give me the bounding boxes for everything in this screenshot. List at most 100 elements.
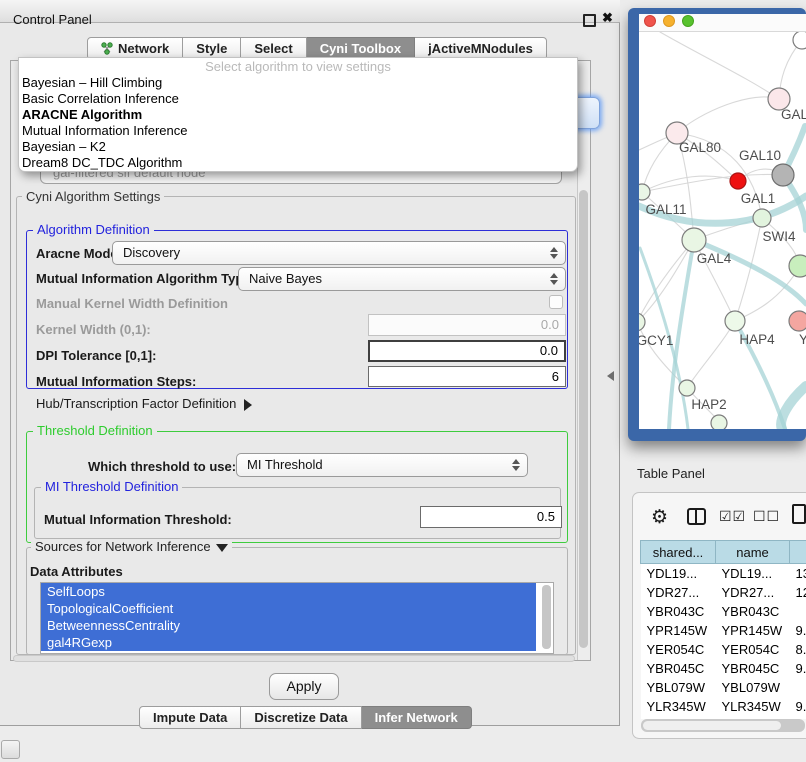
network-node[interactable] xyxy=(753,209,771,227)
mi-threshold-field[interactable]: 0.5 xyxy=(420,506,562,528)
node-label: GCY1 xyxy=(639,333,673,348)
cyni-settings-title: Cyni Algorithm Settings xyxy=(22,190,164,203)
table-cell: YBL079W xyxy=(641,678,716,697)
list-scrollbar-thumb[interactable] xyxy=(542,585,551,649)
vertical-scrollbar-thumb[interactable] xyxy=(579,190,588,648)
table-cell: YDL19... xyxy=(716,564,790,584)
combo-arrows-icon xyxy=(512,459,519,471)
node-label: GAL10 xyxy=(739,148,781,163)
table-scrollbar-thumb[interactable] xyxy=(643,721,781,730)
algorithm-placeholder: Select algorithm to view settings xyxy=(19,59,577,75)
node-label: HAP4 xyxy=(739,332,775,347)
column-header[interactable]: name xyxy=(716,541,790,564)
network-node[interactable] xyxy=(639,184,650,200)
network-node[interactable] xyxy=(789,311,806,331)
network-graph: GALGAL80GAL10GAL11GAL1SWI4GAL4GCY1HAP4YH… xyxy=(639,32,806,429)
column-header[interactable]: shared... xyxy=(641,541,716,564)
combo-arrows-icon xyxy=(550,247,557,259)
gear-icon[interactable]: ⚙ xyxy=(651,506,668,528)
sources-toggle[interactable]: Sources for Network Inference xyxy=(31,540,232,553)
attribute-item[interactable]: SelfLoops xyxy=(41,583,536,600)
mi-steps-field[interactable]: 6 xyxy=(368,366,566,387)
aracne-mode-label: Aracne Mode: xyxy=(36,246,122,261)
network-node[interactable] xyxy=(679,380,695,396)
table-row[interactable]: YLR345WYLR345W9. xyxy=(641,697,806,716)
mi-type-label: Mutual Information Algorithm Type: xyxy=(36,271,255,286)
kernel-width-field[interactable]: 0.0 xyxy=(368,314,566,336)
column-header[interactable] xyxy=(790,541,806,564)
horizontal-scrollbar[interactable] xyxy=(13,655,575,662)
node-label: GAL1 xyxy=(741,191,776,206)
table-row[interactable]: YBR045CYBR045C9. xyxy=(641,659,806,678)
network-canvas[interactable]: GALGAL80GAL10GAL11GAL1SWI4GAL4GCY1HAP4YH… xyxy=(639,32,806,429)
dpi-tolerance-label: DPI Tolerance [0,1]: xyxy=(36,348,156,363)
table-horizontal-scrollbar[interactable] xyxy=(641,719,805,732)
attribute-item[interactable]: TopologicalCoefficient xyxy=(41,600,536,617)
mi-type-value: Naive Bayes xyxy=(249,271,322,286)
network-node[interactable] xyxy=(682,228,706,252)
table-cell xyxy=(790,678,806,697)
table-panel-title: Table Panel xyxy=(637,466,705,481)
bottom-tab-infer-network[interactable]: Infer Network xyxy=(362,706,472,729)
network-node[interactable] xyxy=(793,32,806,49)
table-cell: YDR27... xyxy=(641,583,716,602)
network-node[interactable] xyxy=(772,164,794,186)
table-cell: YLR345W xyxy=(641,697,716,716)
manual-kernel-checkbox[interactable] xyxy=(549,295,563,309)
node-label: GAL4 xyxy=(697,251,732,266)
close-icon[interactable]: ✖ xyxy=(602,10,613,26)
hub-definition-toggle[interactable]: Hub/Transcription Factor Definition xyxy=(36,396,252,411)
attribute-item[interactable]: gal4RGexp xyxy=(41,634,536,651)
minimize-traffic-light-icon[interactable] xyxy=(663,15,675,27)
deselect-all-icon[interactable]: ☐☐ xyxy=(753,509,780,525)
algorithm-option[interactable]: Dream8 DC_TDC Algorithm xyxy=(19,155,577,171)
network-node[interactable] xyxy=(730,173,746,189)
columns-icon[interactable] xyxy=(687,508,706,525)
table-row[interactable]: YDL19...YDL19...13 xyxy=(641,564,806,584)
algorithm-option[interactable]: Bayesian – Hill Climbing xyxy=(19,75,577,91)
table-row[interactable]: YER054CYER054C8. xyxy=(641,640,806,659)
control-panel-titlebar xyxy=(0,0,620,23)
bottom-tab-impute-data[interactable]: Impute Data xyxy=(139,706,241,729)
combo-arrows-icon xyxy=(550,273,557,285)
algorithm-option[interactable]: Basic Correlation Inference xyxy=(19,91,577,107)
table-cell: YBR045C xyxy=(641,659,716,678)
bottom-tab-discretize-data[interactable]: Discretize Data xyxy=(241,706,361,729)
table-cell: 9. xyxy=(790,659,806,678)
dpi-tolerance-field[interactable]: 0.0 xyxy=(368,340,566,362)
table-cell: 13 xyxy=(790,564,806,584)
float-window-icon[interactable] xyxy=(583,14,596,27)
collapsed-panel-button[interactable] xyxy=(1,740,20,759)
network-node[interactable] xyxy=(725,311,745,331)
aracne-mode-select[interactable]: Discovery xyxy=(112,241,566,265)
close-traffic-light-icon[interactable] xyxy=(644,15,656,27)
node-table[interactable]: shared...nameYDL19...YDL19...13YDR27...Y… xyxy=(640,540,806,719)
node-label: GAL11 xyxy=(645,202,686,217)
network-node[interactable] xyxy=(711,415,727,429)
table-row[interactable]: YBL079WYBL079W xyxy=(641,678,806,697)
which-threshold-select[interactable]: MI Threshold xyxy=(236,453,528,477)
table-cell: YBR043C xyxy=(716,602,790,621)
apply-button[interactable]: Apply xyxy=(269,673,339,700)
algorithm-option[interactable]: ARACNE Algorithm xyxy=(19,107,577,123)
table-row[interactable]: YPR145WYPR145W9. xyxy=(641,621,806,640)
select-all-icon[interactable]: ☑☑ xyxy=(719,509,746,525)
mi-type-select[interactable]: Naive Bayes xyxy=(238,267,566,291)
table-row[interactable]: YDR27...YDR27...12 xyxy=(641,583,806,602)
table-cell xyxy=(790,602,806,621)
network-node[interactable] xyxy=(789,255,806,277)
attribute-item[interactable]: BetweennessCentrality xyxy=(41,617,536,634)
algorithm-option[interactable]: Mutual Information Inference xyxy=(19,123,577,139)
algorithm-option[interactable]: Bayesian – K2 xyxy=(19,139,577,155)
split-pane-collapse-arrow[interactable] xyxy=(607,371,614,381)
data-attributes-list[interactable]: SelfLoopsTopologicalCoefficientBetweenne… xyxy=(40,582,554,654)
mi-threshold-label: Mutual Information Threshold: xyxy=(44,512,232,527)
algorithm-dropdown-popup: Select algorithm to view settings Bayesi… xyxy=(18,57,578,172)
tab-label: Network xyxy=(118,41,169,56)
sources-title-label: Sources for Network Inference xyxy=(35,539,211,554)
page-icon[interactable] xyxy=(792,504,806,524)
zoom-traffic-light-icon[interactable] xyxy=(682,15,694,27)
network-node[interactable] xyxy=(639,313,645,331)
kernel-width-label: Kernel Width (0,1): xyxy=(36,322,151,337)
table-row[interactable]: YBR043CYBR043C xyxy=(641,602,806,621)
